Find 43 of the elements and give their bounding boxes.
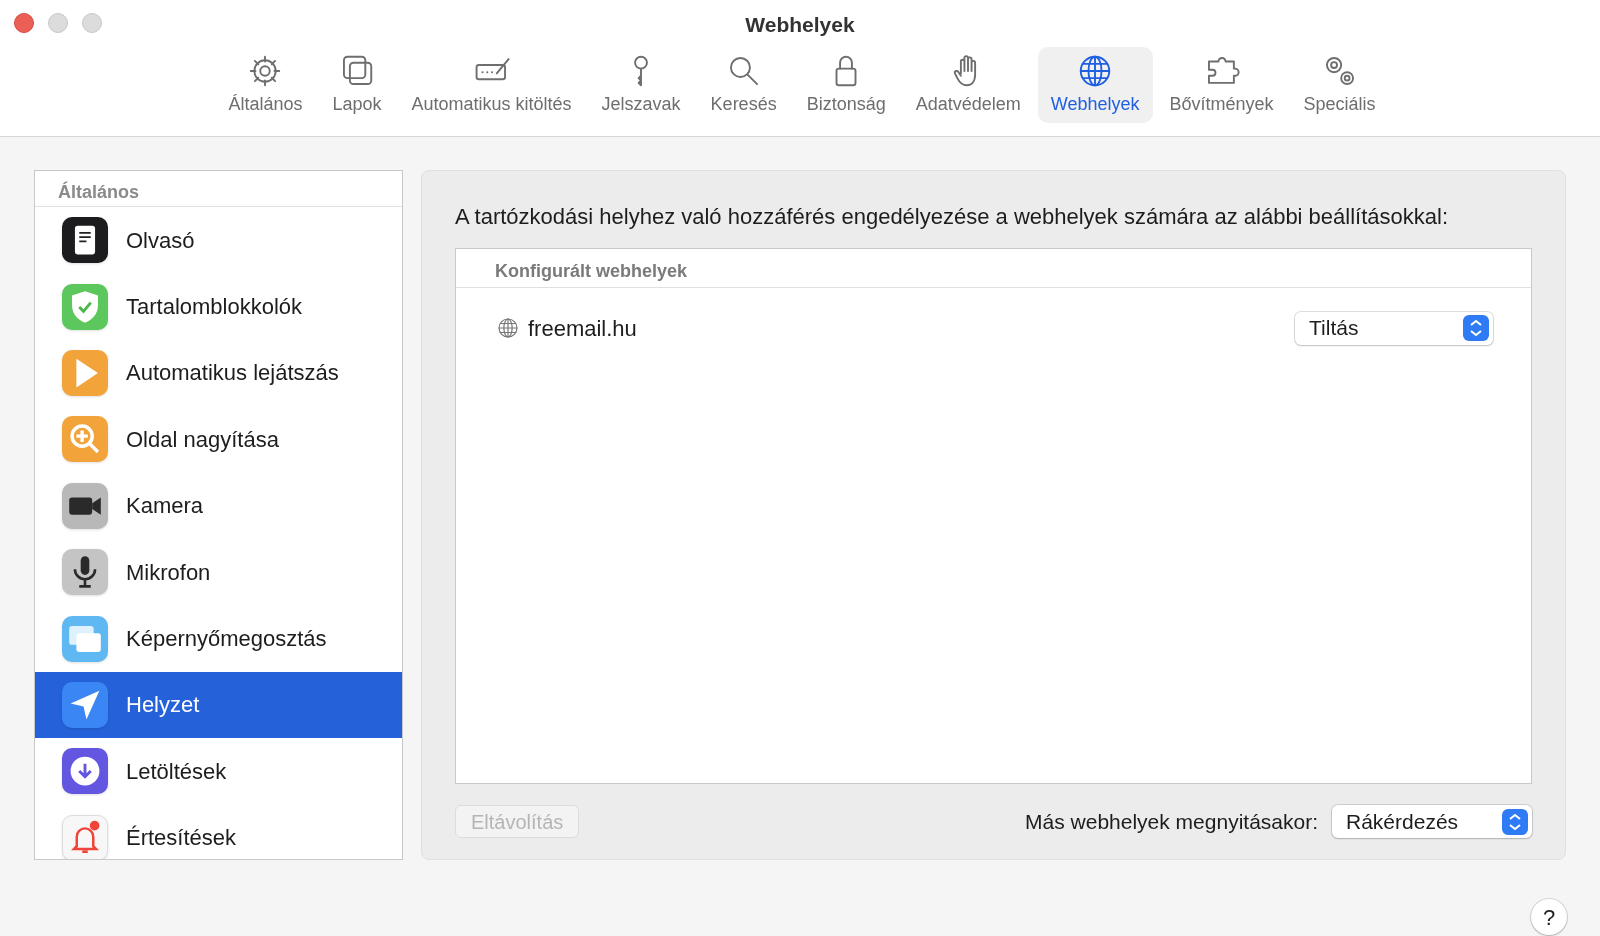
toolbar-tab[interactable]: Lapok [319, 46, 395, 123]
toolbar-tab[interactable]: Általános [215, 46, 316, 123]
toolbar-tab[interactable]: Biztonság [793, 46, 899, 123]
zoom-button[interactable] [82, 13, 102, 33]
sidebar-item[interactable]: Automatikus lejátszás [35, 339, 402, 407]
sidebar-item[interactable]: Értesítések [35, 804, 402, 859]
microphone-icon [62, 549, 108, 596]
toolbar-tab[interactable]: Webhelyek [1037, 46, 1153, 123]
windows-icon [62, 615, 108, 662]
toolbar-tab[interactable]: Adatvédelem [902, 46, 1034, 123]
minimize-button[interactable] [48, 13, 68, 33]
play-icon [62, 349, 108, 396]
sidebar-item[interactable]: Mikrofon [35, 538, 402, 606]
toolbar-tab[interactable]: Bővítmények [1156, 46, 1287, 123]
close-button[interactable] [14, 13, 34, 33]
permission-dropdown[interactable]: Tiltás [1295, 311, 1493, 345]
sidebar-item[interactable]: Olvasó [35, 207, 402, 274]
help-button[interactable]: ? [1531, 899, 1567, 935]
stepper-icon [1502, 808, 1528, 835]
other-sites-label: Más webhelyek megnyitásakor: [1025, 808, 1318, 835]
other-sites-dropdown[interactable]: Rákérdezés [1332, 805, 1532, 838]
sidebar-item[interactable]: Oldal nagyítása [35, 406, 402, 473]
sidebar-item[interactable]: Letöltések [35, 738, 402, 805]
site-name: freemail.hu [528, 314, 637, 343]
toolbar-tab[interactable]: Keresés [697, 46, 790, 123]
stepper-icon [1463, 315, 1489, 341]
video-camera-icon [62, 482, 108, 529]
column-header: Konfigurált webhelyek [495, 261, 688, 281]
toolbar-tab[interactable]: Jelszavak [588, 46, 694, 123]
shield-icon [62, 283, 108, 330]
document-icon [62, 217, 108, 264]
sidebar-item[interactable]: Kamera [35, 472, 402, 539]
toolbar-tab[interactable]: Automatikus kitöltés [398, 46, 585, 123]
sidebar-item[interactable]: Képernyőmegosztás [35, 605, 402, 672]
sidebar-item[interactable]: Tartalomblokkolók [35, 273, 402, 340]
globe-icon [496, 316, 520, 340]
download-icon [62, 748, 108, 795]
sidebar-header: Általános [58, 182, 140, 202]
toolbar-tab[interactable]: Speciális [1290, 46, 1389, 123]
description-text: A tartózkodási helyhez való hozzáférés engedélyezése a webhelyek számára az alábbi beállításokkal: [455, 204, 1449, 229]
window-title: Webhelyek [745, 13, 855, 36]
zoom-icon [62, 416, 108, 463]
sidebar-item[interactable]: Helyzet [35, 671, 402, 739]
